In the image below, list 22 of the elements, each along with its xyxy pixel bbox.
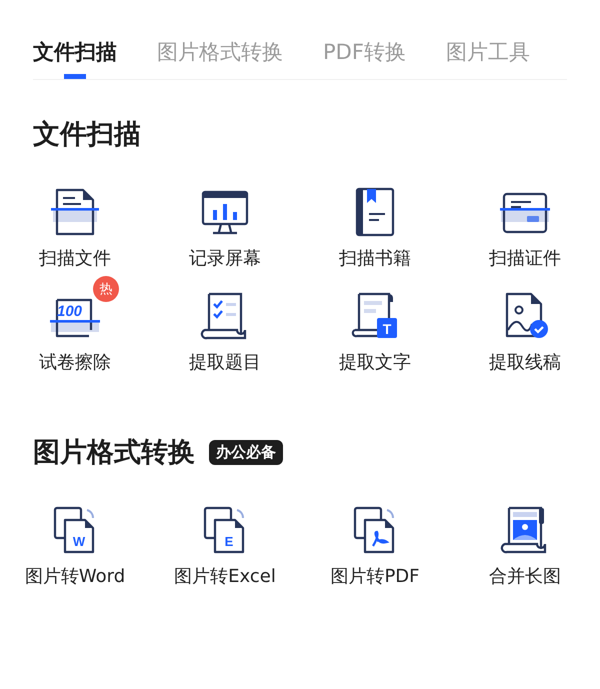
tab[interactable]: 文件扫描 bbox=[33, 38, 117, 76]
glyph-text: T bbox=[382, 321, 392, 337]
tool-label[interactable]: 扫描书籍 bbox=[339, 246, 411, 270]
glyph-text: E bbox=[224, 534, 234, 549]
tool-label[interactable]: 合并长图 bbox=[489, 564, 561, 588]
tool-label[interactable]: 图片转Word bbox=[24, 564, 126, 588]
document-scan-icon[interactable] bbox=[49, 186, 101, 238]
tool-label[interactable]: 试卷擦除 bbox=[39, 350, 111, 374]
tool-label[interactable]: 扫描证件 bbox=[489, 246, 561, 270]
glyph-text: W bbox=[72, 534, 86, 549]
tool-label[interactable]: 图片转Excel bbox=[174, 564, 276, 588]
tool-label[interactable]: 图片转PDF bbox=[330, 564, 420, 588]
section-title: 文件扫描 bbox=[33, 118, 141, 152]
hot-badge: 热 bbox=[93, 276, 119, 302]
tool-label[interactable]: 扫描文件 bbox=[39, 246, 111, 270]
tool-label[interactable]: 提取题目 bbox=[189, 350, 261, 374]
section-title: 图片格式转换 bbox=[33, 436, 195, 470]
tab-indicator bbox=[64, 74, 86, 79]
tool-label[interactable]: 记录屏幕 bbox=[189, 246, 261, 270]
tool-label[interactable]: 提取线稿 bbox=[489, 350, 561, 374]
tag: 办公必备 bbox=[209, 440, 283, 464]
tool-label[interactable]: 提取文字 bbox=[339, 350, 411, 374]
